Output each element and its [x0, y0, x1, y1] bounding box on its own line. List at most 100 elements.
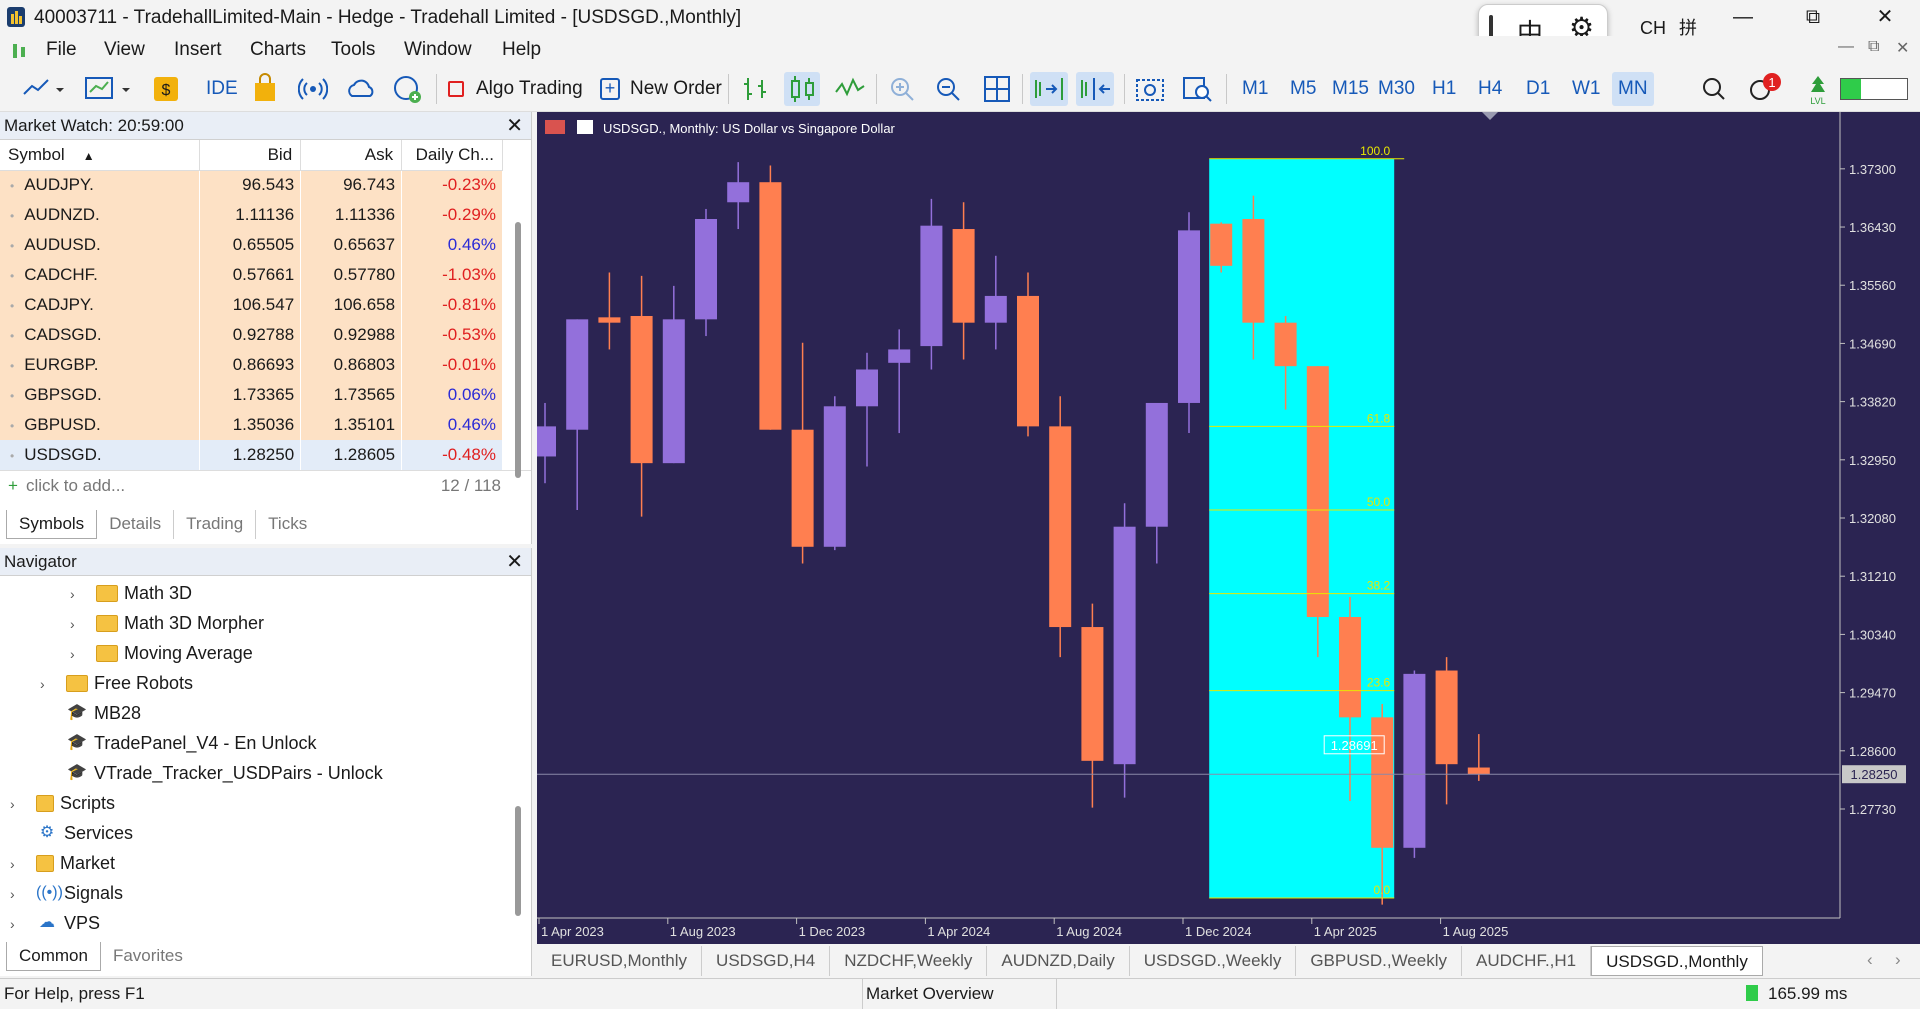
nav-item-tradepanel[interactable]: 🎓 TradePanel_V4 - En Unlock [66, 728, 316, 758]
nav-item-math-3d[interactable]: Math 3D [96, 578, 192, 608]
tf-h1[interactable]: H1 [1432, 72, 1456, 106]
chart-tab-active[interactable]: USDSGD.,Monthly [1591, 946, 1763, 976]
new-order-button[interactable]: + New Order [600, 72, 722, 106]
market-watch-scrollbar[interactable] [515, 222, 521, 478]
deposit-icon[interactable]: $ [152, 72, 180, 106]
menu-charts[interactable]: Charts [250, 39, 306, 61]
nav-item-signals[interactable]: ((•)) Signals [36, 878, 123, 908]
vps-cloud-icon[interactable] [344, 72, 378, 106]
ide-button[interactable]: IDE [206, 72, 238, 106]
nav-item-market[interactable]: Market [36, 848, 115, 878]
chart-tab[interactable]: EURUSD,Monthly [537, 946, 703, 976]
tab-symbols[interactable]: Symbols [6, 510, 98, 539]
maximize-button[interactable]: ⧉ [1784, 0, 1842, 36]
ime-ch[interactable]: CH [1640, 18, 1666, 38]
navigator-scrollbar[interactable] [515, 806, 521, 916]
line-chart-icon[interactable] [20, 72, 64, 106]
tf-mn[interactable]: MN [1612, 72, 1654, 106]
table-row[interactable]: GBPUSD.1.350361.351010.46% [0, 410, 503, 440]
tf-m30[interactable]: M30 [1378, 72, 1415, 106]
col-ask[interactable]: Ask [300, 140, 403, 171]
chevron-right-icon[interactable]: › [10, 856, 15, 872]
chevron-right-icon[interactable]: › [10, 796, 15, 812]
level-icon[interactable]: LVL [1806, 72, 1830, 106]
chart-tab[interactable]: GBPUSD.,Weekly [1296, 946, 1462, 976]
tf-d1[interactable]: D1 [1526, 72, 1550, 106]
strategy-tester-icon[interactable] [10, 41, 30, 61]
community-icon[interactable] [392, 72, 424, 106]
tf-m5[interactable]: M5 [1290, 72, 1316, 106]
table-row[interactable]: GBPSGD.1.733651.735650.06% [0, 380, 503, 410]
line-icon[interactable] [834, 72, 866, 106]
search-icon[interactable] [1700, 72, 1728, 106]
menu-insert[interactable]: Insert [174, 39, 222, 61]
search-chart-icon[interactable] [1182, 72, 1214, 106]
table-row[interactable]: EURGBP.0.866930.86803-0.01% [0, 350, 503, 380]
candlestick-icon[interactable] [784, 72, 820, 106]
nav-item-vps[interactable]: ☁ VPS [36, 908, 100, 938]
child-close-icon[interactable]: ✕ [1896, 38, 1909, 58]
nav-item-scripts[interactable]: Scripts [36, 788, 115, 818]
tile-windows-icon[interactable] [982, 72, 1012, 106]
nav-item-mb28[interactable]: 🎓 MB28 [66, 698, 141, 728]
close-button[interactable]: ✕ [1856, 0, 1914, 36]
price-chart[interactable]: 100.0 61.8 50.0 38.2 23.6 0.0 1.28691 1.28250 1… [537, 112, 1920, 944]
market-bag-icon[interactable] [252, 72, 278, 106]
table-row[interactable]: AUDNZD.1.111361.11336-0.29% [0, 200, 503, 230]
menu-window[interactable]: Window [404, 39, 472, 61]
nav-item-moving-average[interactable]: Moving Average [96, 638, 253, 668]
chevron-right-icon[interactable]: › [70, 586, 75, 602]
auto-scroll-icon[interactable] [1030, 72, 1068, 106]
close-navigator-icon[interactable]: ✕ [506, 548, 523, 576]
child-minimize-icon[interactable]: — [1838, 38, 1854, 56]
algo-trading-button[interactable]: Algo Trading [448, 72, 583, 106]
chevron-right-icon[interactable]: › [10, 886, 15, 902]
chart-tab[interactable]: AUDCHF.,H1 [1462, 946, 1592, 976]
chart-tab[interactable]: USDSGD,H4 [702, 946, 831, 976]
tab-favorites[interactable]: Favorites [101, 942, 195, 971]
nav-item-math-3d-morpher[interactable]: Math 3D Morpher [96, 608, 264, 638]
chart-template-icon[interactable] [84, 72, 136, 106]
chevron-right-icon[interactable]: › [40, 676, 45, 692]
child-restore-icon[interactable]: ⧉ [1868, 38, 1879, 56]
table-row[interactable]: USDSGD.1.282501.28605-0.48% [0, 440, 503, 470]
screenshot-icon[interactable] [1134, 72, 1166, 106]
minimize-button[interactable]: — [1714, 0, 1772, 36]
status-market-overview[interactable]: Market Overview [866, 984, 994, 1004]
tf-m15[interactable]: M15 [1332, 72, 1369, 106]
bar-chart-icon[interactable] [740, 72, 772, 106]
tab-ticks[interactable]: Ticks [256, 510, 319, 539]
tab-scroll-left-icon[interactable]: ‹ [1867, 950, 1873, 970]
tab-details[interactable]: Details [97, 510, 175, 539]
chart-tab[interactable]: USDSGD.,Weekly [1130, 946, 1297, 976]
chevron-right-icon[interactable]: › [70, 646, 75, 662]
menu-tools[interactable]: Tools [331, 39, 375, 61]
col-bid[interactable]: Bid [199, 140, 302, 171]
tab-trading[interactable]: Trading [174, 510, 257, 539]
nav-item-free-robots[interactable]: Free Robots [66, 668, 193, 698]
notifications-icon[interactable]: 1 [1746, 72, 1786, 106]
zoom-in-icon[interactable] [888, 72, 918, 106]
nav-item-services[interactable]: ⚙ Services [36, 818, 133, 848]
tab-common[interactable]: Common [6, 942, 101, 971]
table-row[interactable]: AUDJPY.96.54396.743-0.23% [0, 170, 503, 200]
chart-window[interactable]: 100.0 61.8 50.0 38.2 23.6 0.0 1.28691 1.28250 1… [537, 112, 1920, 944]
chart-tab[interactable]: NZDCHF,Weekly [830, 946, 988, 976]
add-symbol-row[interactable]: + click to add... 12 / 118 [0, 470, 531, 500]
chart-tab[interactable]: AUDNZD,Daily [987, 946, 1130, 976]
menu-help[interactable]: Help [502, 39, 541, 61]
table-row[interactable]: CADJPY.106.547106.658-0.81% [0, 290, 503, 320]
chevron-right-icon[interactable]: › [10, 916, 15, 932]
close-market-watch-icon[interactable]: ✕ [506, 112, 523, 140]
tf-w1[interactable]: W1 [1572, 72, 1601, 106]
chevron-right-icon[interactable]: › [70, 616, 75, 632]
menu-file[interactable]: File [46, 39, 77, 61]
tab-scroll-right-icon[interactable]: › [1895, 950, 1901, 970]
table-row[interactable]: CADCHF.0.576610.57780-1.03% [0, 260, 503, 290]
col-daily-change[interactable]: Daily Ch... [401, 140, 503, 171]
signals-icon[interactable] [298, 72, 328, 106]
col-symbol[interactable]: Symbol ▲ [0, 140, 201, 171]
menu-view[interactable]: View [104, 39, 145, 61]
zoom-out-icon[interactable] [934, 72, 964, 106]
ime-grid-icon[interactable]: 拼 [1679, 18, 1697, 38]
